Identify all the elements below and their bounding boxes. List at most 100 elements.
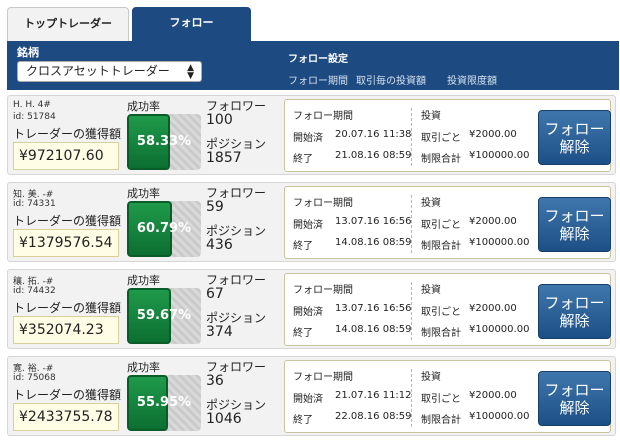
earnings-value: ¥1379576.54	[13, 229, 119, 257]
trader-id: id: 74432	[13, 286, 56, 296]
unfollow-label-2: 解除	[559, 312, 590, 330]
follow-settings-panel: フォロー期間 開始済 21.07.16 11:12 終了 22.08.16 08…	[284, 360, 611, 433]
follow-period-label: フォロー期間	[293, 372, 353, 383]
success-rate-value: 59.67%	[136, 308, 192, 323]
limit-total-value: ¥100000.00	[469, 237, 530, 248]
investment-label: 投資	[421, 285, 441, 296]
followers-count: 67	[206, 286, 224, 302]
trader-row: 穰. 拓. -# id: 74432 トレーダーの獲得額 ¥352074.23 …	[7, 269, 616, 349]
header-bar: 銘柄 クロスアセットトレーダー ▲ ▼ フォロー設定 フォロー期間 取引毎の投資額…	[7, 41, 619, 90]
unfollow-button[interactable]: フォロー 解除	[538, 284, 611, 339]
success-rate-label: 成功率	[127, 361, 160, 374]
end-date: 14.08.16 08:59	[335, 237, 412, 248]
unfollow-label-2: 解除	[559, 138, 590, 156]
unfollow-label-2: 解除	[559, 399, 590, 417]
start-label: 開始済	[293, 307, 323, 318]
tab-top-traders[interactable]: トップトレーダー	[7, 7, 129, 41]
follow-period-label: フォロー期間	[293, 198, 353, 209]
earnings-value: ¥972107.60	[13, 142, 119, 170]
unfollow-label-1: フォロー	[544, 381, 605, 399]
start-date: 21.07.16 11:12	[335, 390, 412, 401]
unfollow-label-1: フォロー	[544, 120, 605, 138]
unfollow-label-2: 解除	[559, 225, 590, 243]
followers-count: 36	[206, 373, 224, 389]
end-label: 終了	[293, 328, 313, 339]
per-trade-value: ¥2000.00	[469, 216, 517, 227]
per-trade-label: 取引ごと	[421, 133, 461, 144]
limit-total-label: 制限合計	[421, 415, 461, 426]
start-label: 開始済	[293, 133, 323, 144]
unfollow-button[interactable]: フォロー 解除	[538, 197, 611, 252]
per-trade-label: 取引ごと	[421, 394, 461, 405]
end-label: 終了	[293, 241, 313, 252]
success-rate-bar: 60.79%	[127, 201, 201, 257]
unfollow-button[interactable]: フォロー 解除	[538, 371, 611, 426]
follow-period-label: フォロー期間	[293, 111, 353, 122]
followers-count: 100	[206, 112, 233, 128]
limit-total-value: ¥100000.00	[469, 324, 530, 335]
trader-row: H. H. 4# id: 51784 トレーダーの獲得額 ¥972107.60 …	[7, 95, 616, 175]
limit-total-label: 制限合計	[421, 154, 461, 165]
panel-divider	[411, 282, 412, 340]
earnings-label: トレーダーの獲得額	[13, 214, 122, 228]
earnings-label: トレーダーの獲得額	[13, 301, 122, 315]
follow-period-label: フォロー期間	[293, 285, 353, 296]
follow-settings-panel: フォロー期間 開始済 20.07.16 11:38 終了 21.08.16 08…	[284, 99, 611, 172]
trader-id: id: 51784	[13, 112, 56, 122]
per-trade-label: 取引ごと	[421, 307, 461, 318]
col-limit: 投資限度額	[447, 76, 497, 87]
limit-total-value: ¥100000.00	[469, 150, 530, 161]
success-rate-bar: 58.33%	[127, 114, 201, 170]
limit-total-value: ¥100000.00	[469, 411, 530, 422]
end-date: 22.08.16 08:59	[335, 411, 412, 422]
end-date: 21.08.16 08:59	[335, 150, 412, 161]
followers-count: 59	[206, 199, 224, 215]
trader-id: id: 74331	[13, 199, 56, 209]
panel-divider	[411, 369, 412, 427]
position-count: 374	[206, 324, 233, 340]
panel-divider	[411, 195, 412, 253]
tab-follow[interactable]: フォロー	[132, 7, 251, 41]
success-rate-value: 55.95%	[136, 395, 192, 410]
position-count: 1046	[206, 411, 242, 427]
earnings-value: ¥2433755.78	[13, 403, 119, 431]
investment-label: 投資	[421, 372, 441, 383]
start-label: 開始済	[293, 220, 323, 231]
position-count: 1857	[206, 150, 242, 166]
earnings-value: ¥352074.23	[13, 316, 119, 344]
col-follow-period: フォロー期間	[288, 76, 348, 87]
end-label: 終了	[293, 154, 313, 165]
tab-bar: トップトレーダー フォロー	[7, 7, 613, 41]
start-label: 開始済	[293, 394, 323, 405]
start-date: 20.07.16 11:38	[335, 129, 412, 140]
investment-label: 投資	[421, 198, 441, 209]
trader-name[interactable]: H. H. 4#	[13, 100, 51, 110]
col-per-trade: 取引毎の投資額	[356, 76, 426, 87]
start-date: 13.07.16 16:56	[335, 303, 412, 314]
success-rate-bar: 55.95%	[127, 375, 201, 431]
trader-row: 知. 美. -# id: 74331 トレーダーの獲得額 ¥1379576.54…	[7, 182, 616, 262]
select-value: クロスアセットトレーダー	[26, 64, 170, 78]
unfollow-button[interactable]: フォロー 解除	[538, 110, 611, 165]
unfollow-label-1: フォロー	[544, 294, 605, 312]
success-rate-value: 60.79%	[136, 221, 192, 236]
limit-total-label: 制限合計	[421, 241, 461, 252]
end-label: 終了	[293, 415, 313, 426]
issue-label: 銘柄	[17, 46, 39, 59]
start-date: 13.07.16 16:56	[335, 216, 412, 227]
trader-type-select[interactable]: クロスアセットトレーダー ▲ ▼	[17, 61, 202, 82]
per-trade-label: 取引ごと	[421, 220, 461, 231]
per-trade-value: ¥2000.00	[469, 129, 517, 140]
unfollow-label-1: フォロー	[544, 207, 605, 225]
trader-row: 寛. 裕. -# id: 75068 トレーダーの獲得額 ¥2433755.78…	[7, 356, 616, 436]
end-date: 14.08.16 08:59	[335, 324, 412, 335]
trader-id: id: 75068	[13, 373, 56, 383]
investment-label: 投資	[421, 111, 441, 122]
earnings-label: トレーダーの獲得額	[13, 388, 122, 402]
success-rate-bar: 59.67%	[127, 288, 201, 344]
success-rate-label: 成功率	[127, 187, 160, 200]
follow-settings-title: フォロー設定	[288, 54, 348, 65]
earnings-label: トレーダーの獲得額	[13, 127, 122, 141]
per-trade-value: ¥2000.00	[469, 390, 517, 401]
updown-arrow-icon: ▲ ▼	[187, 63, 194, 81]
